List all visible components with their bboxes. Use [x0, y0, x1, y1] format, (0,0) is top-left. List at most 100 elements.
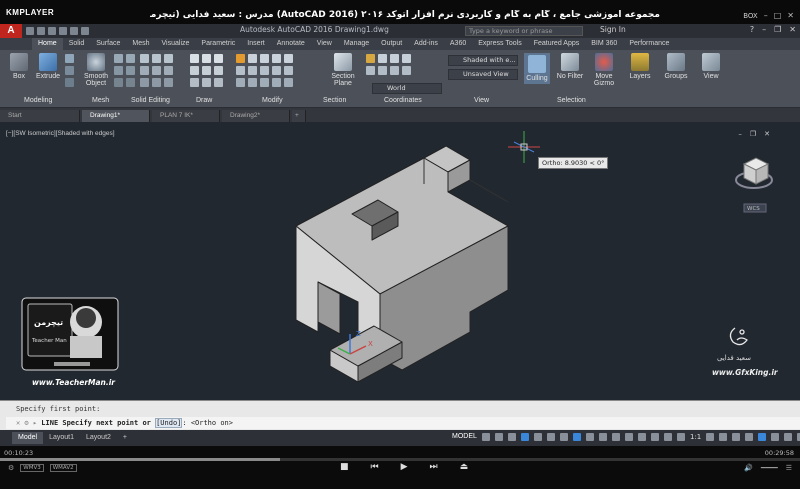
intersect-icon[interactable] [164, 54, 173, 63]
selection-filter-icon[interactable] [651, 433, 659, 441]
isodraft-icon[interactable] [547, 433, 555, 441]
align-icon[interactable] [260, 78, 269, 87]
window-close-icon[interactable]: ✕ [789, 25, 796, 34]
panel-label-modify[interactable]: Modify [262, 97, 283, 104]
panel-label-modeling[interactable]: Modeling [24, 97, 52, 104]
rotate-icon[interactable] [248, 54, 257, 63]
lineweight-icon[interactable] [586, 433, 594, 441]
subtract-icon[interactable] [152, 54, 161, 63]
open-icon[interactable] [37, 27, 45, 35]
transparency-icon[interactable] [599, 433, 607, 441]
ribbon-tab-add-ins[interactable]: Add-ins [408, 38, 444, 50]
stretch-icon[interactable] [236, 78, 245, 87]
ucs-face-icon[interactable] [402, 66, 411, 75]
menu-icon[interactable]: ☰ [786, 464, 792, 472]
arc-icon[interactable] [190, 66, 199, 75]
add-layout-button[interactable]: + [117, 432, 133, 444]
extract-icon[interactable] [164, 78, 173, 87]
smooth-object-button[interactable]: Smooth Object [82, 53, 110, 87]
annotation-monitor-icon[interactable] [719, 433, 728, 441]
ucs-origin-icon[interactable] [378, 54, 387, 63]
workspace-gear-icon[interactable] [706, 433, 715, 441]
explode-icon[interactable] [284, 54, 293, 63]
minimize-icon[interactable]: – [764, 11, 768, 20]
ribbon-tab-insert[interactable]: Insert [241, 38, 271, 50]
mesh-tool-icon[interactable] [114, 78, 123, 87]
new-tab-button[interactable]: + [292, 110, 306, 122]
new-icon[interactable] [26, 27, 34, 35]
ucs-icon[interactable] [366, 54, 375, 63]
grid-icon[interactable] [482, 433, 490, 441]
copy-icon[interactable] [236, 66, 245, 75]
save-as-icon[interactable] [59, 27, 67, 35]
object-snap-tracking-icon[interactable] [560, 433, 568, 441]
panel-label-view[interactable]: View [474, 97, 489, 104]
layers-button[interactable]: Layers [626, 53, 654, 80]
file-tab-start[interactable]: Start [0, 110, 80, 122]
revolve-icon[interactable] [65, 66, 74, 75]
ribbon-tab-featured-apps[interactable]: Featured Apps [528, 38, 586, 50]
loft-icon[interactable] [65, 78, 74, 87]
3d-move-icon[interactable] [272, 78, 281, 87]
panel-label-section[interactable]: Section [323, 97, 346, 104]
annotation-visibility-icon[interactable] [677, 433, 685, 441]
mesh-tool-icon[interactable] [114, 66, 123, 75]
units-icon[interactable] [732, 433, 741, 441]
move-icon[interactable] [236, 54, 245, 63]
trim-icon[interactable] [260, 54, 269, 63]
fillet-edge-icon[interactable] [140, 66, 149, 75]
view-button[interactable]: View [698, 53, 724, 80]
isolate-objects-icon[interactable] [758, 433, 767, 441]
drawing-viewport[interactable]: [−][SW Isometric][Shaded with edges] – ❐… [0, 122, 800, 400]
file-tab-drawing1[interactable]: Drawing1* [82, 110, 150, 122]
panel-label-solid-editing[interactable]: Solid Editing [131, 97, 170, 104]
mesh-tool-icon[interactable] [126, 78, 135, 87]
sign-in-button[interactable]: Sign In [600, 25, 626, 34]
ucs-z-icon[interactable] [366, 66, 375, 75]
mesh-tool-icon[interactable] [126, 66, 135, 75]
extrude-button[interactable]: Extrude [34, 53, 62, 80]
circle-icon[interactable] [214, 54, 223, 63]
mesh-tool-icon[interactable] [114, 54, 123, 63]
scale-icon[interactable] [248, 78, 257, 87]
redo-icon[interactable] [81, 27, 89, 35]
ribbon-tab-solid[interactable]: Solid [63, 38, 91, 50]
3d-rotate-icon[interactable] [284, 78, 293, 87]
selection-cycling-icon[interactable] [612, 433, 620, 441]
quick-properties-icon[interactable] [745, 433, 754, 441]
next-icon[interactable]: ⏭ [430, 462, 438, 472]
shell-icon[interactable] [140, 78, 149, 87]
ribbon-tab-output[interactable]: Output [375, 38, 408, 50]
saved-view-dropdown[interactable]: Unsaved View [448, 69, 518, 80]
annotation-scale[interactable]: 1:1 [690, 433, 701, 441]
stop-icon[interactable]: ■ [340, 462, 349, 472]
offset-icon[interactable] [284, 66, 293, 75]
ribbon-tab-visualize[interactable]: Visualize [156, 38, 196, 50]
ucs-object-icon[interactable] [390, 66, 399, 75]
3d-solid-model[interactable] [295, 145, 509, 383]
presspull-icon[interactable] [65, 54, 74, 63]
clean-screen-icon[interactable] [784, 433, 793, 441]
panel-label-coordinates[interactable]: Coordinates [384, 97, 422, 104]
culling-button[interactable]: Culling [524, 53, 550, 84]
maximize-icon[interactable]: □ [774, 11, 782, 20]
rectangle-icon[interactable] [202, 66, 211, 75]
dynamic-ucs-icon[interactable] [638, 433, 646, 441]
mesh-tool-icon[interactable] [126, 54, 135, 63]
ribbon-tab-performance[interactable]: Performance [623, 38, 675, 50]
wcs-label[interactable]: WCS [747, 206, 760, 212]
fillet-icon[interactable] [260, 66, 269, 75]
ribbon-tab-view[interactable]: View [311, 38, 338, 50]
layout-tab-model[interactable]: Model [12, 432, 44, 444]
thicken-icon[interactable] [152, 78, 161, 87]
ribbon-tab-express-tools[interactable]: Express Tools [472, 38, 527, 50]
play-icon[interactable]: ▶ [401, 462, 408, 472]
command-input[interactable]: ✕ ⚙ ▸ LINE Specify next point or [Undo]:… [6, 417, 800, 429]
application-menu-button[interactable]: A [0, 24, 22, 38]
hatch-icon[interactable] [202, 78, 211, 87]
eject-icon[interactable]: ⏏ [460, 462, 469, 472]
section-plane-button[interactable]: Section Plane [328, 53, 358, 87]
file-tab-drawing2[interactable]: Drawing2* [222, 110, 290, 122]
settings-icon[interactable]: ⚙ [8, 464, 14, 472]
ucs-view-icon[interactable] [378, 66, 387, 75]
